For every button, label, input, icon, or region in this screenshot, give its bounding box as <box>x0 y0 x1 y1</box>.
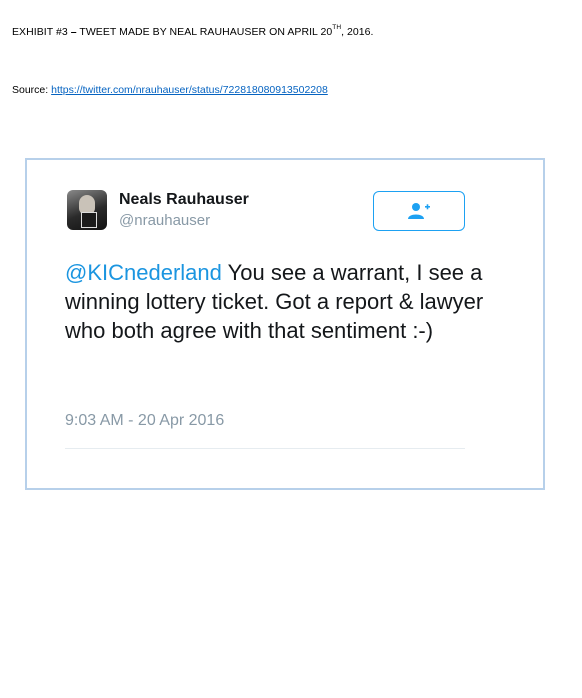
exhibit-heading: EXHIBIT #3 – TWEET MADE BY NEAL RAUHAUSE… <box>12 24 374 38</box>
avatar-book <box>81 212 97 228</box>
source-link[interactable]: https://twitter.com/nrauhauser/status/72… <box>51 84 328 96</box>
source-label: Source: <box>12 84 52 96</box>
ordinal-suffix: TH <box>332 24 342 31</box>
follow-button[interactable] <box>373 191 465 231</box>
exhibit-year: , 2016. <box>341 26 374 38</box>
add-user-icon <box>408 203 430 219</box>
exhibit-title: TWEET MADE BY NEAL RAUHAUSER ON APRIL 20 <box>76 26 333 38</box>
tweet-embed: Neals Rauhauser @nrauhauser @KICnederlan… <box>25 158 545 490</box>
mention-link[interactable]: @KICnederland <box>65 260 222 285</box>
source-line: Source: https://twitter.com/nrauhauser/s… <box>12 84 328 96</box>
tweet-text: @KICnederland You see a warrant, I see a… <box>65 258 485 345</box>
exhibit-number: EXHIBIT #3 <box>12 26 68 38</box>
tweet-timestamp[interactable]: 9:03 AM - 20 Apr 2016 <box>65 412 224 430</box>
author-name[interactable]: Neals Rauhauser <box>119 191 249 209</box>
divider <box>65 448 465 449</box>
avatar[interactable] <box>67 190 107 230</box>
author-handle[interactable]: @nrauhauser <box>119 212 210 229</box>
